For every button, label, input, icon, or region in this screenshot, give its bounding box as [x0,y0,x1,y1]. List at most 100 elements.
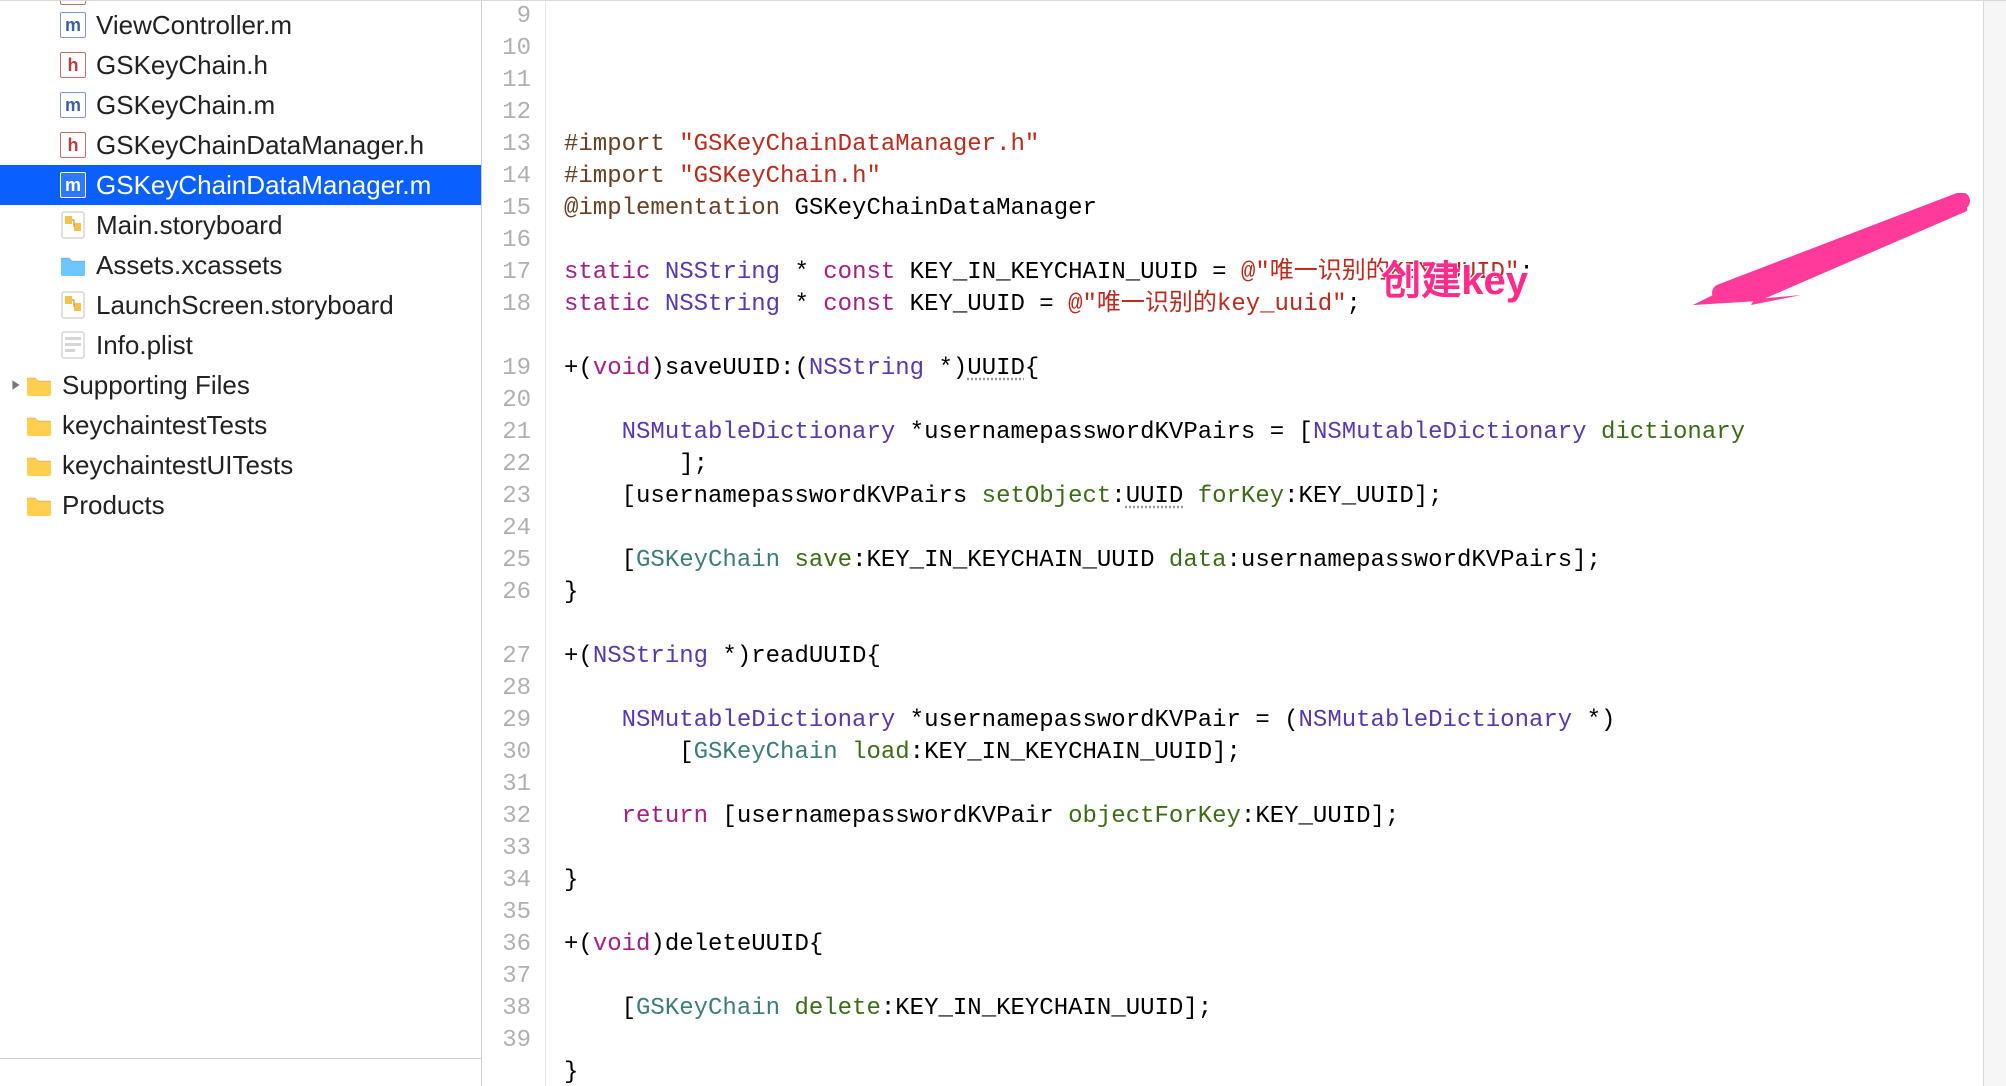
project-navigator[interactable]: hViewController.hmViewController.mhGSKey… [0,1,482,1086]
code-line[interactable]: NSMutableDictionary *usernamepasswordKVP… [564,417,1984,449]
code-line[interactable] [564,833,1984,865]
file-tree-item[interactable]: Assets.xcassets [0,245,481,285]
code-token: static [564,291,650,318]
code-token: NSString [809,355,924,382]
file-tree-item-label: Assets.xcassets [96,250,282,281]
code-line[interactable]: +(void)deleteUUID{ [564,929,1984,961]
file-tree-item[interactable]: mViewController.m [0,5,481,45]
code-line[interactable]: [GSKeyChain delete:KEY_IN_KEYCHAIN_UUID]… [564,993,1984,1025]
line-number: 37 [482,961,545,993]
code-token [1183,483,1197,510]
file-tree-item[interactable]: LaunchScreen.storyboard [0,285,481,325]
code-token [1587,419,1601,446]
code-line[interactable]: NSMutableDictionary *usernamepasswordKVP… [564,705,1984,737]
file-tree-item-label: LaunchScreen.storyboard [96,290,394,321]
code-line[interactable] [564,961,1984,993]
file-tree-item[interactable]: keychaintestUITests [0,445,481,485]
code-line[interactable] [564,769,1984,801]
line-number: 33 [482,833,545,865]
line-gutter: 9101112131415161718192021222324252627282… [482,1,546,1086]
code-line[interactable]: [usernamepasswordKVPairs setObject:UUID … [564,481,1984,513]
code-token: KEY_IN_KEYCHAIN_UUID = [895,259,1241,286]
line-number: 32 [482,801,545,833]
code-line[interactable] [564,1025,1984,1057]
code-line[interactable]: #import "GSKeyChainDataManager.h" [564,129,1984,161]
code-token: ; [1347,291,1361,318]
impl-file-icon: m [60,172,86,198]
code-token: NSMutableDictionary [622,707,896,734]
code-token: const [823,259,895,286]
file-tree-item-label: ViewController.h [96,1,285,5]
code-token: :KEY_UUID]; [1284,483,1442,510]
code-line[interactable]: [GSKeyChain save:KEY_IN_KEYCHAIN_UUID da… [564,545,1984,577]
file-tree-item-label: GSKeyChainDataManager.h [96,130,424,161]
file-tree-item[interactable]: Info.plist [0,325,481,365]
file-tree-item[interactable]: hGSKeyChain.h [0,45,481,85]
code-line[interactable]: return [usernamepasswordKVPair objectFor… [564,801,1984,833]
file-tree[interactable]: hViewController.hmViewController.mhGSKey… [0,1,481,1058]
file-tree-item[interactable]: m GSKeyChainDataManager.m [0,165,481,205]
code-line[interactable]: } [564,865,1984,897]
code-line[interactable] [564,385,1984,417]
code-token: : [1111,483,1125,510]
file-tree-item[interactable]: mGSKeyChain.m [0,85,481,125]
code-line[interactable] [564,609,1984,641]
code-token: data [1169,547,1227,574]
file-tree-item[interactable]: Main.storyboard [0,205,481,245]
line-number: 13 [482,129,545,161]
code-token: GSKeyChainDataManager [780,195,1097,222]
code-token: GSKeyChain [694,739,838,766]
code-line[interactable] [564,897,1984,929]
folder-icon [26,372,52,398]
xcode-window: hViewController.hmViewController.mhGSKey… [0,0,2006,1086]
code-token: NSMutableDictionary [622,419,896,446]
line-number: 25 [482,545,545,577]
line-number: 31 [482,769,545,801]
file-tree-item[interactable]: hGSKeyChainDataManager.h [0,125,481,165]
code-token [780,995,794,1022]
code-line[interactable]: #import "GSKeyChain.h" [564,161,1984,193]
code-token: *) [1572,707,1615,734]
plist-icon [60,332,86,358]
file-tree-item-label: keychaintestTests [62,410,267,441]
line-number: 9 [482,1,545,33]
code-line[interactable]: } [564,577,1984,609]
code-token: +( [564,643,593,670]
code-line[interactable] [564,225,1984,257]
line-number: 15 [482,193,545,225]
file-tree-item[interactable]: Products [0,485,481,525]
code-line[interactable] [564,513,1984,545]
file-tree-item-label: keychaintestUITests [62,450,293,481]
code-area[interactable]: 创建key #import "GSKeyChainDat [546,1,1984,1086]
code-token: } [564,1059,578,1086]
line-number: 38 [482,993,545,1025]
line-number: 20 [482,385,545,417]
code-line[interactable]: +(void)saveUUID:(NSString *)UUID{ [564,353,1984,385]
code-token: [usernamepasswordKVPair [708,803,1068,830]
code-token [564,803,622,830]
code-line[interactable]: ]; [564,449,1984,481]
code-token: objectForKey [1068,803,1241,830]
file-tree-item-label: GSKeyChainDataManager.m [96,170,431,201]
line-number: 21 [482,417,545,449]
file-tree-item[interactable]: keychaintestTests [0,405,481,445]
code-token: UUID [967,355,1025,382]
file-tree-item-label: GSKeyChain.m [96,90,275,121]
code-line[interactable]: @implementation GSKeyChainDataManager [564,193,1984,225]
code-token: UUID [1126,483,1184,510]
code-line[interactable]: +(NSString *)readUUID{ [564,641,1984,673]
folder-icon [26,452,52,478]
file-tree-item[interactable]: Supporting Files [0,365,481,405]
code-token [650,259,664,286]
code-line[interactable]: static NSString * const KEY_UUID = @"唯一识… [564,289,1984,321]
code-editor[interactable]: 9101112131415161718192021222324252627282… [482,1,2006,1086]
code-line[interactable]: } [564,1057,1984,1086]
code-line[interactable] [564,673,1984,705]
code-line[interactable] [564,321,1984,353]
disclosure-triangle-icon[interactable] [6,379,26,391]
code-token: static [564,259,650,286]
code-token: *usernamepasswordKVPairs = [ [895,419,1313,446]
code-token: save [794,547,852,574]
code-line[interactable]: static NSString * const KEY_IN_KEYCHAIN_… [564,257,1984,289]
code-line[interactable]: [GSKeyChain load:KEY_IN_KEYCHAIN_UUID]; [564,737,1984,769]
